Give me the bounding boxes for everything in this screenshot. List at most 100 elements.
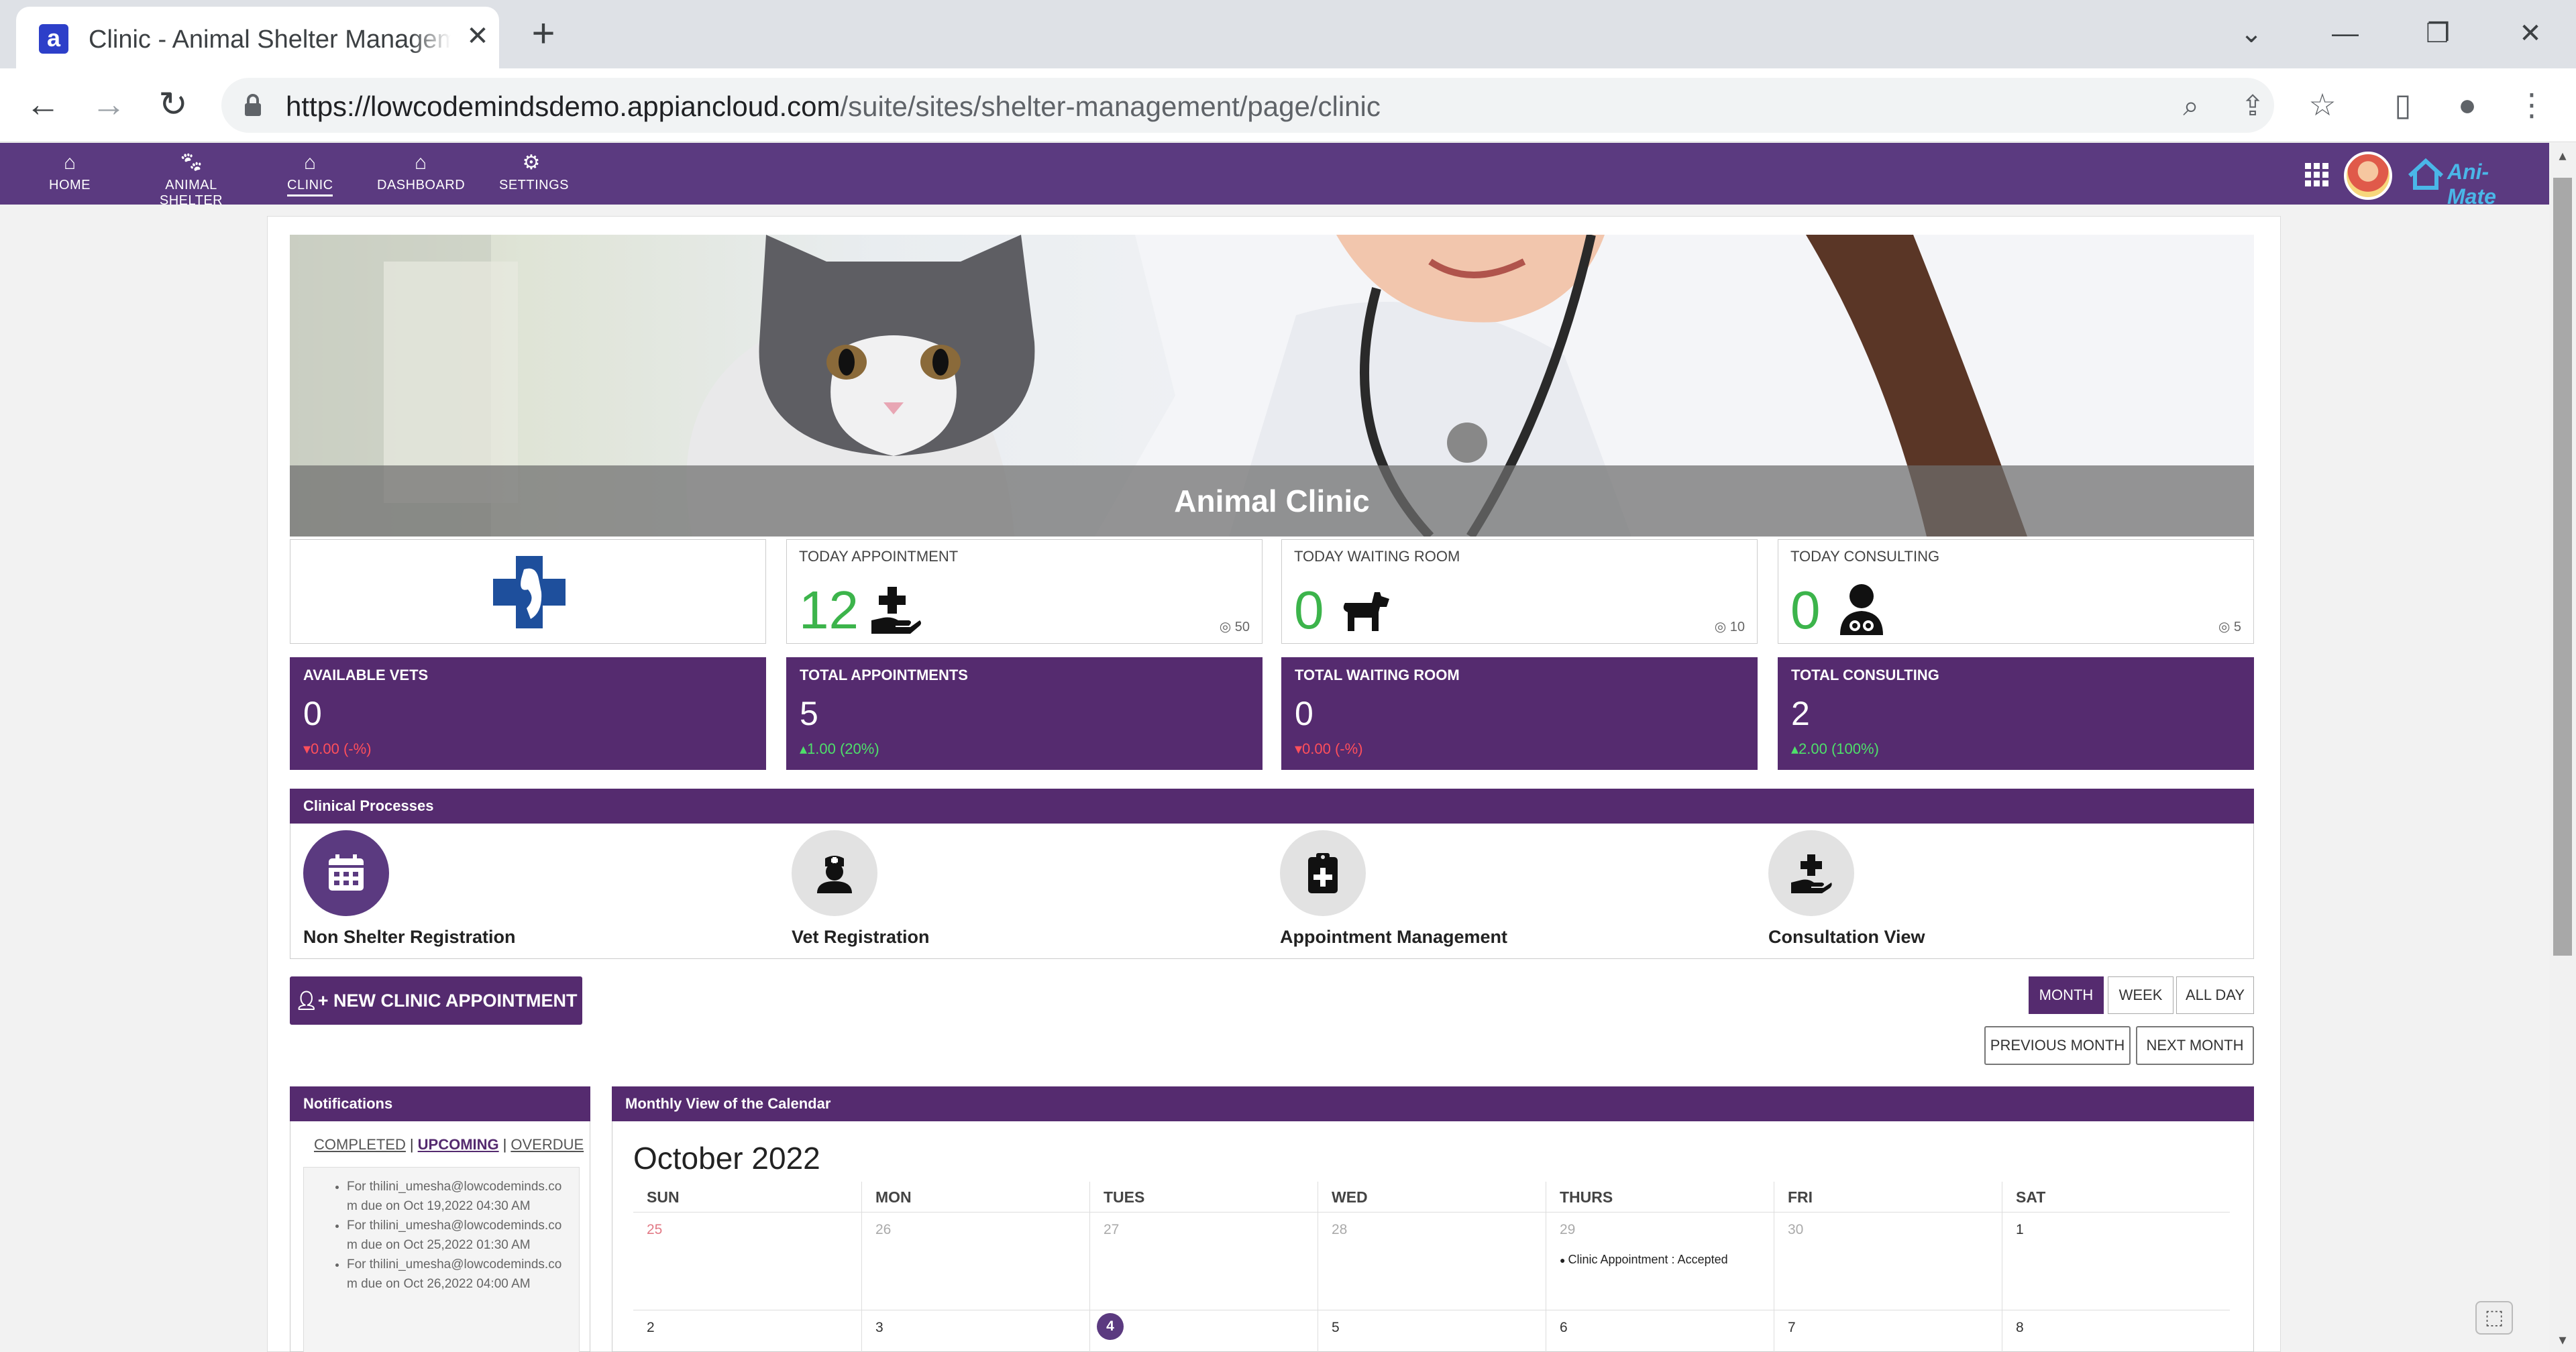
tab-separator: | xyxy=(409,1136,414,1153)
notification-list: For thilini_umesha@lowcodeminds.com due … xyxy=(303,1167,580,1352)
calendar-day-cell[interactable]: 4 xyxy=(1089,1310,1318,1352)
stat-title: TOTAL WAITING ROOM xyxy=(1295,667,1460,683)
zoom-icon[interactable]: ⌕ xyxy=(2175,90,2207,122)
notification-item[interactable]: For thilini_umesha@lowcodeminds.com due … xyxy=(347,1216,572,1255)
clipboard-plus-icon xyxy=(1308,853,1338,893)
browser-tab[interactable]: a Clinic - Animal Shelter Management ✕ xyxy=(16,7,499,68)
weekday-header: FRI xyxy=(1774,1182,2002,1213)
nav-item-label: ANIMAL SHELTER xyxy=(159,178,223,208)
scrollbar-thumb[interactable] xyxy=(2553,178,2572,956)
process-non-shelter-registration[interactable]: Non Shelter Registration xyxy=(290,830,612,951)
process-label[interactable]: Consultation View xyxy=(1768,927,1925,948)
nav-item-settings[interactable]: ⚙ SETTINGS xyxy=(499,151,569,198)
calendar-day-cell[interactable]: 1 xyxy=(2002,1213,2230,1310)
previous-month-button[interactable]: PREVIOUS MONTH xyxy=(1984,1026,2131,1065)
process-label[interactable]: Non Shelter Registration xyxy=(303,927,516,948)
kpi-value: 12 xyxy=(799,580,859,640)
close-window-icon[interactable]: ✕ xyxy=(2510,13,2551,54)
calendar-day-cell[interactable]: 3 xyxy=(861,1310,1089,1352)
nav-item-home[interactable]: ⌂ HOME xyxy=(48,151,91,198)
address-bar[interactable]: https://lowcodemindsdemo.appiancloud.com… xyxy=(221,78,2274,133)
calendar-day-cell[interactable]: 7 xyxy=(1774,1310,2002,1352)
calendar-day-cell[interactable]: 6 xyxy=(1546,1310,1774,1352)
day-number: 8 xyxy=(2016,1320,2024,1335)
bookmark-star-icon[interactable]: ☆ xyxy=(2302,84,2343,125)
tab-upcoming[interactable]: UPCOMING xyxy=(418,1136,499,1153)
share-icon[interactable]: ⇪ xyxy=(2237,90,2269,122)
calendar-day-cell[interactable]: 27 xyxy=(1089,1213,1318,1310)
calendar-day-cell[interactable]: 30 xyxy=(1774,1213,2002,1310)
process-label[interactable]: Appointment Management xyxy=(1280,927,1507,948)
calendar-day-cell[interactable]: 8 xyxy=(2002,1310,2230,1352)
app-grid-icon[interactable] xyxy=(2305,163,2329,187)
profile-icon[interactable]: ● xyxy=(2447,84,2487,125)
next-month-button[interactable]: NEXT MONTH xyxy=(2136,1026,2254,1065)
screen-capture-icon[interactable]: ⬚ xyxy=(2475,1301,2513,1335)
up-arrow-icon: ▴ xyxy=(1791,740,1799,757)
dashboard-icon: ⌂ xyxy=(414,152,427,174)
process-consultation-view[interactable]: Consultation View xyxy=(1755,830,2077,951)
weekday-header: TUES xyxy=(1089,1182,1318,1213)
page-scrollbar[interactable]: ▴ ▾ xyxy=(2549,143,2576,1352)
calendar-day-cell[interactable]: 2 xyxy=(633,1310,861,1352)
clinic-logo-card xyxy=(290,539,766,644)
notification-item[interactable]: For thilini_umesha@lowcodeminds.com due … xyxy=(347,1255,572,1294)
user-avatar[interactable] xyxy=(2344,152,2392,200)
restore-icon[interactable]: ❐ xyxy=(2418,13,2458,54)
side-panel-icon[interactable]: ▯ xyxy=(2383,84,2423,125)
clinical-processes-header: Clinical Processes xyxy=(290,789,2254,824)
forward-icon[interactable]: → xyxy=(87,83,130,126)
kpi-value: 0 xyxy=(1790,580,1821,640)
process-vet-registration[interactable]: Vet Registration xyxy=(778,830,1100,951)
view-month-button[interactable]: MONTH xyxy=(2029,976,2104,1014)
calendar-day-cell[interactable]: 5 xyxy=(1318,1310,1546,1352)
calendar-day-cell[interactable]: 25 xyxy=(633,1213,861,1310)
today-appointment-card[interactable]: TODAY APPOINTMENT 12 ◎ 50 xyxy=(786,539,1263,644)
nav-item-label: DASHBOARD xyxy=(377,178,466,192)
gear-icon: ⚙ xyxy=(522,152,541,174)
day-number: 28 xyxy=(1332,1222,1348,1237)
appian-favicon-icon: a xyxy=(39,24,68,54)
stat-delta-value: 2.00 (100%) xyxy=(1799,740,1879,757)
notification-item[interactable]: For thilini_umesha@lowcodeminds.com due … xyxy=(347,1177,572,1216)
nav-item-clinic[interactable]: ⌂ CLINIC xyxy=(287,151,333,198)
menu-icon[interactable]: ⋮ xyxy=(2512,84,2552,125)
nav-item-animal-shelter[interactable]: 🐾︎ ANIMAL SHELTER xyxy=(134,151,248,208)
view-all-day-button[interactable]: ALL DAY xyxy=(2176,976,2254,1014)
day-number: 1 xyxy=(2016,1222,2024,1237)
back-icon[interactable]: ← xyxy=(21,83,64,126)
tab-search-chevron-icon[interactable]: ⌄ xyxy=(2231,13,2271,54)
tab-completed[interactable]: COMPLETED xyxy=(314,1136,406,1153)
process-icon-circle[interactable] xyxy=(1768,830,1854,916)
down-arrow-icon: ▾ xyxy=(303,740,311,757)
process-icon-circle[interactable] xyxy=(303,830,389,916)
day-number: 25 xyxy=(647,1222,663,1237)
kpi-title: TODAY WAITING ROOM xyxy=(1294,548,1460,565)
new-tab-icon[interactable]: + xyxy=(523,13,564,55)
scroll-down-icon[interactable]: ▾ xyxy=(2555,1331,2571,1349)
process-appointment-management[interactable]: Appointment Management xyxy=(1267,830,1589,951)
animate-logo[interactable]: Ani-Mate xyxy=(2407,156,2534,209)
reload-icon[interactable]: ↻ xyxy=(152,83,195,126)
nav-item-dashboard[interactable]: ⌂ DASHBOARD xyxy=(377,151,466,198)
kpi-count: ◎ 50 xyxy=(1219,620,1250,634)
process-icon-circle[interactable] xyxy=(1280,830,1366,916)
day-number: 26 xyxy=(875,1222,892,1237)
new-clinic-appointment-button[interactable]: 👤︎+ NEW CLINIC APPOINTMENT xyxy=(290,976,582,1025)
calendar-day-cell[interactable]: 29 Clinic Appointment : Accepted xyxy=(1546,1213,1774,1310)
calendar-day-cell[interactable]: 26 xyxy=(861,1213,1089,1310)
lock-icon xyxy=(245,94,261,116)
calendar-event[interactable]: Clinic Appointment : Accepted xyxy=(1560,1253,1727,1267)
scroll-up-icon[interactable]: ▴ xyxy=(2555,147,2571,164)
weekday-header: THURS xyxy=(1546,1182,1774,1213)
today-waiting-room-card[interactable]: TODAY WAITING ROOM 0 ◎ 10 xyxy=(1281,539,1758,644)
minimize-icon[interactable]: — xyxy=(2325,13,2365,54)
process-label[interactable]: Vet Registration xyxy=(792,927,930,948)
today-consulting-card[interactable]: TODAY CONSULTING 0 ◎ 5 xyxy=(1778,539,2254,644)
calendar-day-cell[interactable]: 28 xyxy=(1318,1213,1546,1310)
tab-close-icon[interactable]: ✕ xyxy=(463,21,492,51)
stat-value: 2 xyxy=(1791,695,1810,732)
tab-overdue[interactable]: OVERDUE xyxy=(511,1136,584,1153)
process-icon-circle[interactable] xyxy=(792,830,877,916)
view-week-button[interactable]: WEEK xyxy=(2108,976,2174,1014)
